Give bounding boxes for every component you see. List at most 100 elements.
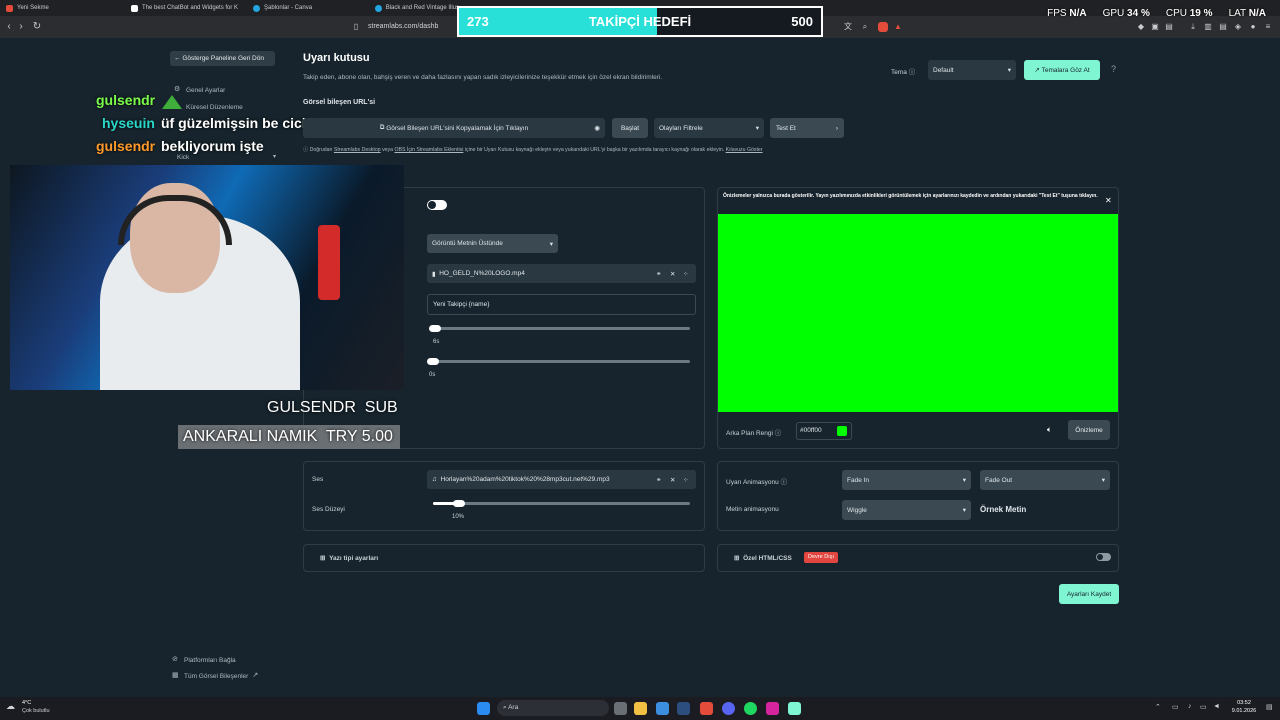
lat-label: LAT: [1228, 8, 1246, 19]
start-icon[interactable]: [477, 702, 490, 715]
download-icon[interactable]: ⤓: [1188, 22, 1198, 32]
file-explorer-icon[interactable]: [634, 702, 647, 715]
shield-icon[interactable]: ◈: [1233, 22, 1243, 32]
streamlabs-icon[interactable]: [788, 702, 801, 715]
mail-icon[interactable]: [656, 702, 669, 715]
clock-time[interactable]: 03:52: [1231, 700, 1257, 706]
close-icon[interactable]: ✕: [670, 270, 675, 278]
browser-tab[interactable]: Şablonlar - Canva: [247, 0, 369, 16]
sidebar-item-global[interactable]: ✎Küresel Düzenleme: [174, 103, 243, 111]
preview-button[interactable]: Önizleme: [1068, 420, 1110, 440]
steam-icon[interactable]: [677, 702, 690, 715]
extension-icon[interactable]: ▣: [1150, 22, 1160, 32]
back-to-dashboard-button[interactable]: ← Gösterge Paneline Geri Dön: [170, 51, 275, 66]
performance-stats: FPS N/A GPU 34 % CPU 19 % LAT N/A: [1047, 8, 1266, 19]
notification-icon[interactable]: ▤: [1266, 703, 1273, 711]
sidebar-toggle-icon[interactable]: ▥: [1203, 22, 1213, 32]
bg-color-label-text: Arka Plan Rengi: [726, 430, 773, 437]
instagram-icon[interactable]: [766, 702, 779, 715]
cpu-unit: %: [1203, 8, 1213, 19]
extension-icon[interactable]: ◆: [1136, 22, 1146, 32]
volume-slider[interactable]: [433, 502, 690, 505]
discord-icon[interactable]: [722, 702, 735, 715]
task-view-icon[interactable]: [614, 702, 627, 715]
layout-select[interactable]: Görüntü Metnin Üstünde ▾: [427, 234, 558, 253]
color-swatch[interactable]: [837, 426, 847, 436]
custom-html-header[interactable]: ⊞ Özel HTML/CSS: [734, 554, 792, 562]
grid-icon[interactable]: ⁘: [683, 476, 688, 484]
text-animation-select[interactable]: Wiggle ▾: [842, 500, 971, 520]
tab-search-icon[interactable]: ▤: [1218, 22, 1228, 32]
streamlabs-desktop-link[interactable]: Streamlabs Desktop: [334, 147, 381, 153]
extension-icon[interactable]: ▤: [1164, 22, 1174, 32]
save-settings-button[interactable]: Ayarları Kaydet: [1059, 584, 1119, 604]
info-icon: ⓘ: [774, 430, 782, 437]
duration-value: 6s: [433, 339, 440, 345]
browse-themes-button[interactable]: ↗ Temalara Göz At: [1024, 60, 1100, 80]
help-icon[interactable]: ?: [1111, 64, 1116, 74]
font-settings-header[interactable]: ⊞ Yazı tipi ayarları: [320, 554, 378, 562]
volume-slider-handle[interactable]: [452, 500, 465, 507]
show-guide-link[interactable]: Kılavuzu Göster: [726, 147, 763, 153]
event-filter-select[interactable]: Olayları Filtrele ▾: [654, 118, 764, 138]
duration-slider-handle[interactable]: [429, 325, 441, 332]
reload-icon[interactable]: ↻: [30, 20, 44, 34]
duration-slider[interactable]: [433, 327, 690, 330]
forward-icon[interactable]: ›: [14, 20, 28, 34]
test-button[interactable]: Test Et ›: [770, 118, 844, 138]
mic-icon[interactable]: ♪: [1188, 703, 1192, 710]
gpu-stat: GPU 34 %: [1103, 8, 1150, 19]
bookmark-icon[interactable]: ▯: [349, 20, 363, 34]
sidebar-item-all-widgets[interactable]: ▦ Tüm Görsel Bileşenler ↗: [172, 672, 260, 680]
tip-alert: ANKARALI NAMIK TRY 5.00: [178, 425, 400, 449]
browser-tab[interactable]: The best ChatBot and Widgets for K: [125, 0, 247, 16]
tray-app-icon[interactable]: ▭: [1172, 703, 1179, 711]
platform-selector[interactable]: Kick: [177, 154, 189, 161]
close-icon[interactable]: ✕: [1105, 196, 1112, 205]
custom-html-toggle[interactable]: [1096, 553, 1111, 561]
start-button[interactable]: Başlat: [612, 118, 648, 138]
eye-icon[interactable]: ◉: [594, 124, 600, 132]
chat-username: gulsendr: [96, 92, 156, 108]
tray-chevron-icon[interactable]: ⌃: [1155, 703, 1161, 711]
grid-icon[interactable]: ⁘: [683, 270, 688, 278]
weather-temp[interactable]: 4°C: [22, 700, 31, 706]
profile-icon[interactable]: ●: [1248, 22, 1258, 32]
translate-icon[interactable]: 文: [843, 22, 853, 32]
brave-shield-icon[interactable]: [878, 22, 888, 32]
widget-url-field[interactable]: ⧉ Görsel Bileşen URL'sini Kopyalamak İçi…: [303, 118, 605, 138]
spotify-icon[interactable]: [744, 702, 757, 715]
external-link-icon: ↗: [252, 672, 259, 679]
weather-icon[interactable]: ☁: [6, 701, 15, 712]
message-template-input[interactable]: Yeni Takipçi {name}: [427, 294, 696, 315]
sidebar-item-general[interactable]: ⚙ Genel Ayarlar: [174, 86, 225, 94]
sidebar-item-connect[interactable]: ⊘ Platformları Bağla: [172, 656, 236, 664]
link-icon[interactable]: ⚭: [656, 476, 661, 484]
delay-slider[interactable]: [433, 360, 690, 363]
browser-tab[interactable]: Yeni Sekme: [0, 0, 125, 16]
theme-select[interactable]: Default ▾: [928, 60, 1016, 80]
chat-text: üf güzelmişsin be cicim: [161, 115, 319, 131]
delay-slider-handle[interactable]: [427, 358, 439, 365]
browser-tab[interactable]: Black and Red Vintage Illus: [369, 0, 459, 16]
alert-enabled-toggle[interactable]: [427, 200, 447, 210]
network-icon[interactable]: ▭: [1200, 703, 1207, 711]
chevron-down-icon[interactable]: ▾: [273, 153, 276, 160]
link-icon[interactable]: ⚭: [656, 270, 661, 278]
volume-icon[interactable]: ◄: [1213, 703, 1220, 710]
animation-in-select[interactable]: Fade In ▾: [842, 470, 971, 490]
theme-label: Tema ⓘ: [891, 66, 915, 76]
tab-title: Şablonlar - Canva: [264, 5, 313, 11]
search-box[interactable]: ⌕ Ara: [497, 700, 609, 716]
menu-icon[interactable]: ≡: [1263, 22, 1273, 32]
weather-desc[interactable]: Çok bulutlu: [22, 708, 50, 714]
speaker-icon[interactable]: 🔈︎: [1047, 425, 1052, 435]
obs-plugin-link[interactable]: OBS İçin Streamlabs Eklentisi: [394, 147, 463, 153]
close-icon[interactable]: ✕: [670, 476, 675, 484]
clock-date[interactable]: 9.01.2026: [1229, 708, 1259, 714]
brave-rewards-icon[interactable]: ▲: [893, 22, 903, 32]
url-field[interactable]: streamlabs.com/dashb: [368, 20, 468, 34]
zoom-icon[interactable]: ⌕: [860, 22, 870, 32]
brave-icon[interactable]: [700, 702, 713, 715]
animation-out-select[interactable]: Fade Out ▾: [980, 470, 1110, 490]
